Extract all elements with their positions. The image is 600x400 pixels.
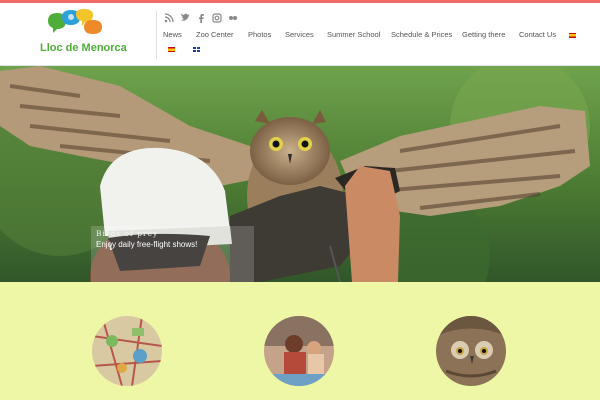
feature-owl-image[interactable] — [436, 316, 506, 386]
nav-item-photos[interactable]: Photos — [248, 30, 271, 39]
site-logo[interactable]: Lloc de Menorca — [40, 9, 127, 57]
nav-item-language-es[interactable] — [569, 31, 576, 40]
hero-subtitle: Enjoy daily free-flight shows! — [96, 240, 198, 249]
english-flag-icon — [193, 47, 200, 52]
nav-item-schedule-prices[interactable]: Schedule & Prices — [391, 30, 452, 39]
site-header: Lloc de Menorca News Zoo Center Photos S… — [0, 3, 600, 66]
nav-item-contact-us[interactable]: Contact Us — [519, 30, 556, 39]
hero-image — [0, 66, 600, 282]
logo-bubbles-icon — [48, 9, 102, 34]
nav-item-news[interactable]: News — [163, 30, 182, 39]
nav-item-getting-there[interactable]: Getting there — [462, 30, 505, 39]
nav-item-summer-school[interactable]: Summer School — [327, 30, 380, 39]
instagram-icon[interactable] — [212, 13, 222, 23]
feature-children-image[interactable] — [264, 316, 334, 386]
spanish-flag-icon — [569, 33, 576, 38]
hero-title: Birds of prey — [96, 229, 159, 238]
social-links — [164, 13, 238, 23]
feature-circles — [0, 283, 600, 400]
feature-map-image[interactable] — [92, 316, 162, 386]
nav-item-english[interactable] — [193, 45, 200, 54]
nav-item-zoo-center[interactable]: Zoo Center — [196, 30, 234, 39]
nav-item-spanish[interactable] — [168, 45, 175, 54]
spanish-flag-icon — [168, 47, 175, 52]
hero-caption: Birds of prey Enjoy daily free-flight sh… — [91, 226, 254, 282]
twitter-icon[interactable] — [180, 13, 190, 23]
nav-item-services[interactable]: Services — [285, 30, 314, 39]
hero-slider[interactable]: Birds of prey Enjoy daily free-flight sh… — [0, 66, 600, 282]
rss-icon[interactable] — [164, 13, 174, 23]
facebook-icon[interactable] — [196, 13, 206, 23]
flickr-icon[interactable] — [228, 13, 238, 23]
logo-text: Lloc de Menorca — [40, 42, 127, 54]
main-nav: News Zoo Center Photos Services Summer S… — [156, 30, 600, 52]
